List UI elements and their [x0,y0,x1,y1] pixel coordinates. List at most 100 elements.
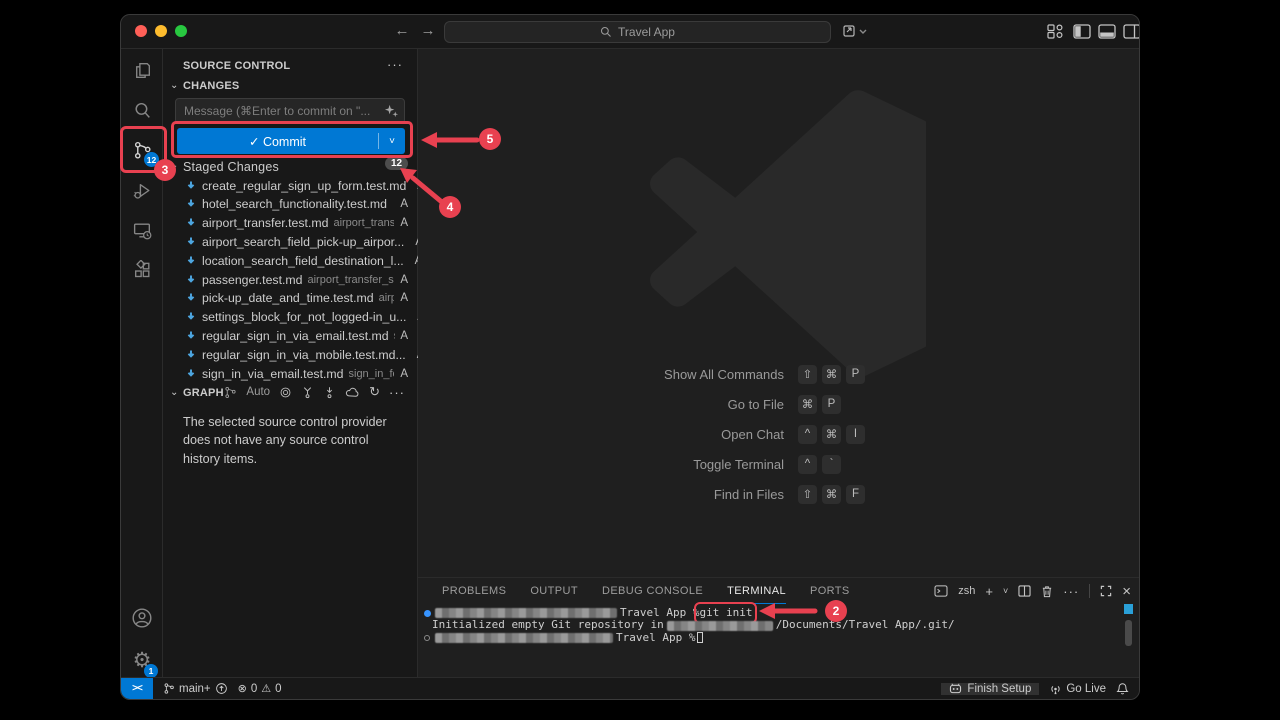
graph-fetch-icon[interactable] [301,386,314,399]
staged-file-row[interactable]: passenger.test.mdairport_transfer_s...A [163,270,418,289]
extensions-icon[interactable] [121,250,163,290]
staged-changes-count-badge: 12 [385,157,408,170]
staged-file-row[interactable]: airport_transfer.test.mdairport_trans...… [163,214,418,233]
staged-file-row[interactable]: regular_sign_in_via_email.test.mdsi...A [163,326,418,345]
markdown-file-icon [185,311,197,323]
staged-file-row[interactable]: sign_in_via_email.test.mdsign_in_fo...A [163,364,418,383]
split-terminal-icon[interactable] [1018,585,1031,597]
graph-pull-icon[interactable] [323,386,336,399]
shortcut-label: Find in Files [538,487,784,502]
go-live-label: Go Live [1066,683,1106,695]
command-center-label: Travel App [618,25,675,39]
zoom-window-button[interactable] [175,25,187,37]
terminal-dropdown-icon[interactable]: ˅ [1003,586,1008,596]
remote-indicator[interactable]: >< [121,678,153,699]
graph-cloud-icon[interactable] [345,386,360,399]
close-panel-icon[interactable]: × [1122,583,1131,600]
tab-output[interactable]: OUTPUT [530,578,578,603]
command-success-decoration-icon [422,610,432,617]
screenshot-stage: ← → Travel App [0,0,1280,720]
accounts-icon[interactable] [121,598,163,638]
toggle-secondary-sidebar-icon[interactable] [1123,24,1140,39]
markdown-file-icon [185,292,197,304]
terminal-scrollbar-thumb[interactable] [1125,620,1132,646]
shell-label: zsh [958,585,975,597]
file-status: A [400,292,408,304]
publish-changes-icon [215,682,228,695]
staged-file-row[interactable]: hotel_search_functionality.test.mdA [163,195,418,214]
shortcut-label: Toggle Terminal [538,457,784,472]
redacted-prompt-path [435,608,617,618]
problems-status-item[interactable]: ⊗ 0 ⚠ 0 [238,682,282,695]
graph-more-icon[interactable]: ··· [389,385,405,400]
warning-count: 0 [275,683,281,695]
search-view-icon[interactable] [121,90,163,130]
customize-layout-icon[interactable] [1047,24,1064,39]
staged-file-row[interactable]: regular_sign_in_via_mobile.test.md...A [163,345,418,364]
scm-more-actions-icon[interactable]: ··· [387,57,403,72]
graph-toolbar: Auto ↻ ··· [224,384,405,400]
command-center-search[interactable]: Travel App [444,21,831,43]
tab-problems[interactable]: PROBLEMS [442,578,506,603]
status-bar: >< main+ ⊗ 0 ⚠ 0 Finish Setup Go Live [121,677,1139,699]
shortcut-label: Show All Commands [538,367,784,382]
shortcut-keys: ⇧⌘F [798,485,865,504]
shortcut-keys: ⌘P [798,395,841,414]
open-untrusted-window-icon[interactable] [843,23,869,39]
toggle-primary-sidebar-icon[interactable] [1073,24,1091,39]
vscode-window: ← → Travel App [120,14,1140,700]
tab-debug-console[interactable]: DEBUG CONSOLE [602,578,703,603]
staged-file-row[interactable]: create_regular_sign_up_form.test.mdA [163,176,418,195]
annotation-step-3: 3 [154,159,176,181]
shortcut-label: Open Chat [538,427,784,442]
graph-empty-message: The selected source control provider doe… [183,413,403,468]
navigate-back-icon[interactable]: ← [392,22,412,39]
kill-terminal-trash-icon[interactable] [1041,585,1053,598]
staged-changes-header[interactable]: Staged Changes [183,160,279,174]
branch-status-item[interactable]: main+ [163,682,228,695]
toggle-panel-icon[interactable] [1098,24,1116,39]
terminal-shell-icon [934,585,948,597]
markdown-file-icon [185,349,197,361]
changes-chevron-icon[interactable]: ⌄ [170,80,178,91]
branch-icon [163,682,175,695]
minimize-window-button[interactable] [155,25,167,37]
changes-section-header[interactable]: CHANGES [183,80,239,92]
maximize-panel-icon[interactable] [1100,585,1112,597]
remote-explorer-icon[interactable] [121,210,163,250]
settings-gear-icon[interactable]: ⚙ 1 [121,640,163,680]
broadcast-icon [1049,683,1062,695]
finish-setup-button[interactable]: Finish Setup [941,683,1039,695]
tab-terminal[interactable]: TERMINAL [727,578,786,604]
generate-commit-message-sparkle-icon[interactable] [384,103,399,118]
close-window-button[interactable] [135,25,147,37]
markdown-file-icon [185,217,197,229]
new-terminal-icon[interactable]: + [985,584,993,599]
graph-section-header[interactable]: GRAPH [183,387,224,399]
toolbar-divider [1089,584,1090,598]
finish-setup-label: Finish Setup [967,683,1031,695]
errors-icon: ⊗ [238,682,247,695]
staged-file-row[interactable]: airport_search_field_pick-up_airpor...A [163,232,418,251]
graph-chevron-icon[interactable]: ⌄ [170,387,178,398]
explorer-icon[interactable] [121,50,163,90]
go-live-button[interactable]: Go Live [1049,683,1106,695]
navigate-forward-icon[interactable]: → [418,22,438,39]
markdown-file-icon [185,198,197,210]
notifications-bell-icon[interactable] [1116,682,1129,696]
staged-file-row[interactable]: location_search_field_destination_l...A [163,251,418,270]
graph-target-icon[interactable] [279,386,292,399]
tab-ports[interactable]: PORTS [810,578,850,603]
command-pending-decoration-icon [422,635,432,641]
graph-auto-label[interactable]: Auto [246,386,270,398]
staged-file-row[interactable]: settings_block_for_not_logged-in_u...A [163,308,418,327]
copilot-setup-icon [949,683,962,694]
terminal-more-actions-icon[interactable]: ··· [1063,584,1079,599]
annotation-step-5: 5 [479,128,501,150]
markdown-file-icon [185,180,197,192]
shortcut-label: Go to File [538,397,784,412]
terminal-output[interactable]: Travel App % git init Initialized empty … [422,607,955,644]
staged-file-row[interactable]: pick-up_date_and_time.test.mdairp...A [163,289,418,308]
graph-refresh-icon[interactable]: ↻ [369,384,380,400]
file-status: A [400,274,408,286]
